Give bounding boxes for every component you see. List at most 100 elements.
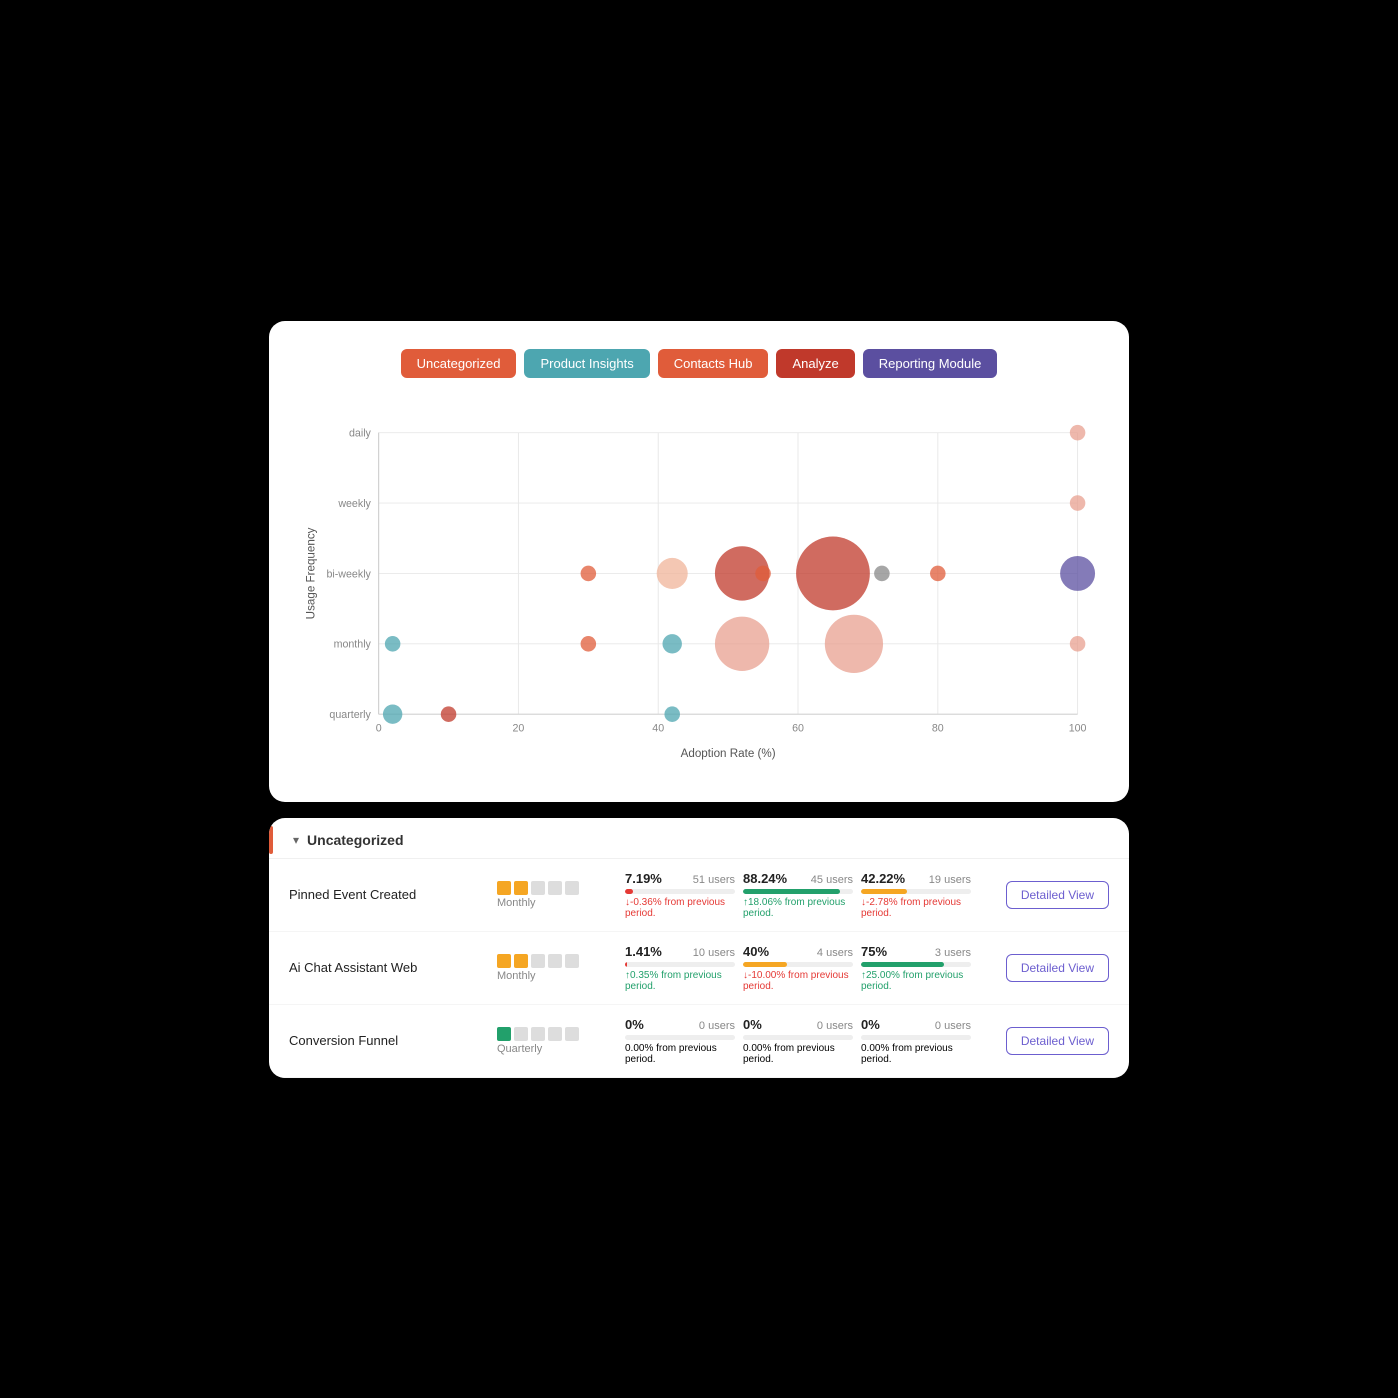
metric-bar-background	[625, 1035, 735, 1040]
freq-dot	[531, 1027, 545, 1041]
metric-users: 0 users	[935, 1020, 971, 1032]
svg-text:20: 20	[513, 722, 525, 734]
freq-dot	[531, 954, 545, 968]
metric-cell-2: 75%3 users↑25.00% from previous period.	[861, 944, 971, 992]
svg-text:Usage Frequency: Usage Frequency	[305, 527, 318, 619]
metric-bar-fill	[743, 889, 840, 894]
svg-text:Adoption Rate (%): Adoption Rate (%)	[681, 746, 776, 759]
metric-cell-1: 40%4 users↓-10.00% from previous period.	[743, 944, 853, 992]
row-name: Pinned Event Created	[289, 886, 489, 904]
chart-card: UncategorizedProduct Insights Contacts Hu…	[269, 321, 1129, 802]
metric-percent: 1.41%	[625, 944, 662, 959]
freq-label: Monthly	[497, 897, 536, 909]
metric-cell-0: 0%0 users0.00% from previous period.	[625, 1017, 735, 1065]
freq-dot	[531, 881, 545, 895]
metric-change: ↑25.00% from previous period.	[861, 970, 971, 992]
row-frequency: Monthly	[497, 954, 617, 982]
metric-change: 0.00% from previous period.	[861, 1043, 971, 1065]
svg-text:60: 60	[792, 722, 804, 734]
detailed-view-button[interactable]: Detailed View	[1006, 1027, 1109, 1055]
detailed-view-button[interactable]: Detailed View	[1006, 881, 1109, 909]
metric-percent: 0%	[625, 1017, 644, 1032]
metric-bar-background	[743, 1035, 853, 1040]
freq-label: Monthly	[497, 970, 536, 982]
section-header: ▾ Uncategorized	[269, 818, 1129, 859]
tab-bar: UncategorizedProduct Insights Contacts Hu…	[301, 349, 1097, 378]
section-collapse-arrow[interactable]: ▾	[293, 833, 299, 847]
detailed-view-button[interactable]: Detailed View	[1006, 954, 1109, 982]
metric-cell-0: 1.41% 10 users ↑0.35% from previous period…	[625, 944, 735, 992]
metric-percent: 7.19%	[625, 871, 662, 886]
svg-text:weekly: weekly	[337, 497, 371, 509]
row-frequency: Monthly	[497, 881, 617, 909]
metric-users: 0 users	[817, 1020, 853, 1032]
metric-bar-background	[861, 962, 971, 967]
freq-dot	[565, 881, 579, 895]
metric-users: 51 users	[693, 874, 735, 886]
metric-bar-fill	[625, 962, 627, 967]
freq-dot	[565, 954, 579, 968]
detailed-view-cell: Detailed View	[979, 1027, 1109, 1055]
metric-change: ↓-2.78% from previous period.	[861, 897, 971, 919]
svg-text:quarterly: quarterly	[329, 709, 371, 721]
scatter-chart: quarterlymonthlybi-weeklyweeklydaily0204…	[301, 398, 1097, 778]
metric-cell-2: 42.22%19 users↓-2.78% from previous peri…	[861, 871, 971, 919]
freq-label: Quarterly	[497, 1043, 542, 1055]
freq-dot	[548, 1027, 562, 1041]
row-name: Ai Chat Assistant Web	[289, 959, 489, 977]
metric-bar-background	[625, 962, 735, 967]
metric-cell-1: 88.24%45 users↑18.06% from previous peri…	[743, 871, 853, 919]
tab-product-insights[interactable]: Product Insights	[524, 349, 649, 378]
svg-text:0: 0	[376, 722, 382, 734]
metric-change: ↑0.35% from previous period.	[625, 970, 735, 992]
metric-users: 0 users	[699, 1020, 735, 1032]
tab-reporting-module[interactable]: Reporting Module	[863, 349, 998, 378]
metric-percent: 88.24%	[743, 871, 787, 886]
freq-dot	[514, 954, 528, 968]
freq-dot	[497, 954, 511, 968]
svg-text:daily: daily	[349, 427, 372, 439]
metric-percent: 0%	[743, 1017, 762, 1032]
tab-analyze[interactable]: Analyze	[776, 349, 854, 378]
svg-text:monthly: monthly	[334, 638, 372, 650]
section-accent	[269, 826, 273, 854]
metric-users: 45 users	[811, 874, 853, 886]
metric-percent: 75%	[861, 944, 887, 959]
detailed-view-cell: Detailed View	[979, 954, 1109, 982]
tab-contacts-hub[interactable]: Contacts Hub	[658, 349, 769, 378]
freq-dot	[514, 1027, 528, 1041]
tab-uncategorized[interactable]: Uncategorized	[401, 349, 517, 378]
row-name: Conversion Funnel	[289, 1032, 489, 1050]
metric-bar-background	[861, 1035, 971, 1040]
section-title: Uncategorized	[307, 832, 403, 848]
main-wrapper: UncategorizedProduct InsightsContacts Hu…	[269, 321, 1129, 1078]
svg-text:80: 80	[932, 722, 944, 734]
table-row: Ai Chat Assistant Web Monthly 1.41% 10 user…	[269, 932, 1129, 1005]
metric-bar-fill	[625, 889, 633, 894]
row-frequency: Quarterly	[497, 1027, 617, 1055]
metric-bar-background	[861, 889, 971, 894]
scatter-container: quarterlymonthlybi-weeklyweeklydaily0204…	[301, 398, 1097, 778]
metric-percent: 40%	[743, 944, 769, 959]
freq-dot	[548, 881, 562, 895]
metric-change: 0.00% from previous period.	[743, 1043, 853, 1065]
table-row: Conversion Funnel Quarterly 0% 0 users 0.00%…	[269, 1005, 1129, 1078]
metric-users: 10 users	[693, 947, 735, 959]
metric-bar-fill	[861, 889, 907, 894]
metric-percent: 42.22%	[861, 871, 905, 886]
freq-dot	[497, 1027, 511, 1041]
metric-percent: 0%	[861, 1017, 880, 1032]
metric-bar-fill	[861, 962, 944, 967]
metric-change: ↓-10.00% from previous period.	[743, 970, 853, 992]
metric-bar-fill	[743, 962, 787, 967]
table-row: Pinned Event Created Monthly 7.19% 51 users…	[269, 859, 1129, 932]
metric-cell-0: 7.19%51 users↓-0.36% from previous perio…	[625, 871, 735, 919]
metric-cell-2: 0% 0 users 0.00% from previous period.	[861, 1017, 971, 1065]
svg-text:40: 40	[652, 722, 664, 734]
metric-bar-background	[625, 889, 735, 894]
detailed-view-cell: Detailed View	[979, 881, 1109, 909]
freq-dot	[548, 954, 562, 968]
freq-dot	[565, 1027, 579, 1041]
table-body: Pinned Event Created Monthly 7.19% 51 users…	[269, 859, 1129, 1078]
metric-cell-1: 0% 0 users 0.00% from previous period.	[743, 1017, 853, 1065]
